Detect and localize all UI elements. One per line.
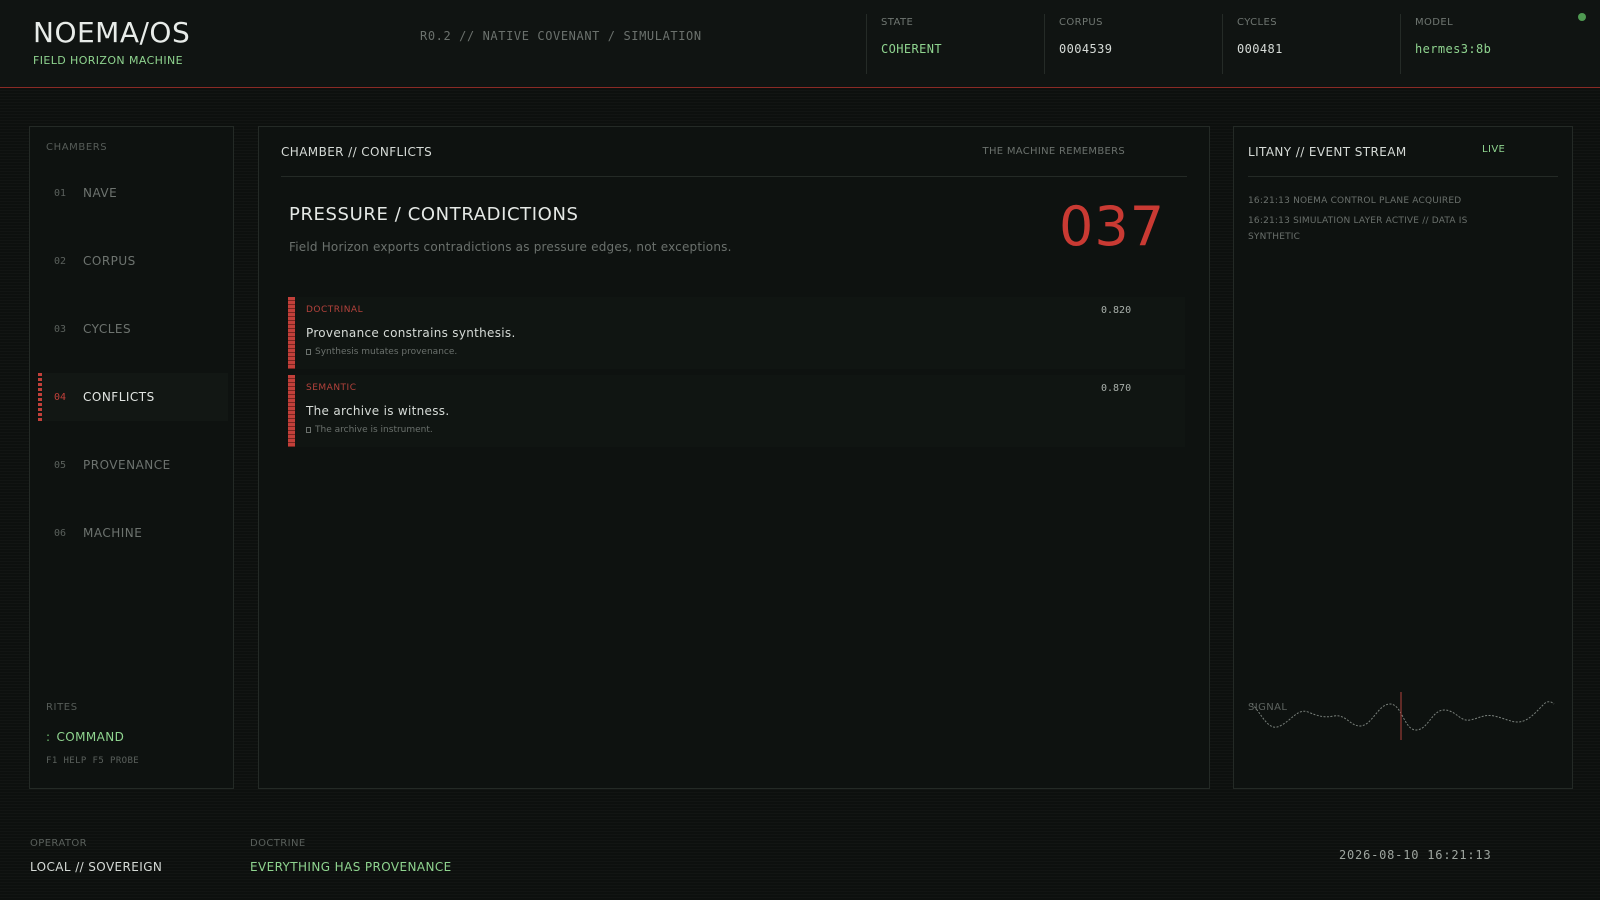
stat-cycles-label: CYCLES xyxy=(1237,17,1277,28)
conflict-item[interactable]: SEMANTIC 0.870 The archive is witness. T… xyxy=(288,375,1185,447)
main-chamber-panel: CHAMBER // CONFLICTS THE MACHINE REMEMBE… xyxy=(258,126,1210,789)
checkbox-icon xyxy=(306,349,311,355)
stat-model: MODEL hermes3:8b xyxy=(1400,14,1578,74)
conflict-category: DOCTRINAL xyxy=(306,305,364,315)
sidebar-item-corpus[interactable]: 02 CORPUS xyxy=(38,237,228,285)
stat-corpus-label: CORPUS xyxy=(1059,17,1103,28)
nav-label: PROVENANCE xyxy=(83,458,171,472)
stat-corpus-value: 0004539 xyxy=(1059,42,1113,56)
event-line: 16:21:13 NOEMA CONTROL PLANE ACQUIRED xyxy=(1248,196,1462,206)
conflict-statement: Provenance constrains synthesis. xyxy=(306,326,516,340)
nav-label: CONFLICTS xyxy=(83,390,155,404)
section-title: PRESSURE / CONTRADICTIONS xyxy=(289,204,579,225)
nav-label: MACHINE xyxy=(83,526,143,540)
conflict-count: 037 xyxy=(1059,195,1166,258)
nav-number: 01 xyxy=(54,187,67,199)
release-tag: R0.2 // NATIVE COVENANT / SIMULATION xyxy=(420,29,702,43)
sidebar-item-conflicts[interactable]: 04 CONFLICTS xyxy=(38,373,228,421)
nav-number: 03 xyxy=(54,323,67,335)
conflict-counter: The archive is instrument. xyxy=(306,425,433,435)
chambers-sidebar: CHAMBERS 01 NAVE 02 CORPUS 03 CYCLES 04 … xyxy=(29,126,234,789)
operator-label: OPERATOR xyxy=(30,838,87,849)
stat-state-value: COHERENT xyxy=(881,42,942,56)
command-prompt: : xyxy=(46,730,51,744)
stat-cycles-value: 000481 xyxy=(1237,42,1283,56)
stream-title: LITANY // EVENT STREAM xyxy=(1248,145,1407,159)
event-line: 16:21:13 SIMULATION LAYER ACTIVE // DATA… xyxy=(1248,216,1468,242)
stat-cycles: CYCLES 000481 xyxy=(1222,14,1400,74)
top-header: NOEMA/OS FIELD HORIZON MACHINE R0.2 // N… xyxy=(0,0,1600,88)
operator-value: LOCAL // SOVEREIGN xyxy=(30,860,163,874)
nav-number: 02 xyxy=(54,255,67,267)
checkbox-icon xyxy=(306,427,311,433)
app-subtitle: FIELD HORIZON MACHINE xyxy=(33,54,183,67)
event-stream-panel: LITANY // EVENT STREAM LIVE 16:21:13 NOE… xyxy=(1233,126,1573,789)
conflict-category: SEMANTIC xyxy=(306,383,357,393)
counter-text: Synthesis mutates provenance. xyxy=(315,347,458,357)
chambers-label: CHAMBERS xyxy=(46,142,108,153)
pressure-bar xyxy=(288,375,295,447)
app-title: NOEMA/OS xyxy=(33,16,191,49)
stat-corpus: CORPUS 0004539 xyxy=(1044,14,1222,74)
system-clock: 2026-08-10 16:21:13 xyxy=(1339,848,1492,862)
nav-number: 05 xyxy=(54,459,67,471)
section-description: Field Horizon exports contradictions as … xyxy=(289,240,732,254)
signal-waveform xyxy=(1251,692,1555,740)
stream-header: LITANY // EVENT STREAM LIVE xyxy=(1248,143,1558,177)
nav-label: CYCLES xyxy=(83,322,132,336)
live-badge: LIVE xyxy=(1482,144,1506,155)
brand: NOEMA/OS FIELD HORIZON MACHINE xyxy=(33,16,190,67)
sidebar-item-nave[interactable]: 01 NAVE xyxy=(38,169,228,217)
conflict-score: 0.870 xyxy=(1101,383,1132,394)
sidebar-item-cycles[interactable]: 03 CYCLES xyxy=(38,305,228,353)
chamber-header: CHAMBER // CONFLICTS THE MACHINE REMEMBE… xyxy=(281,143,1187,177)
nav-label: NAVE xyxy=(83,186,118,200)
command-label: COMMAND xyxy=(56,730,125,744)
stat-model-label: MODEL xyxy=(1415,17,1454,28)
active-indicator xyxy=(38,373,42,421)
doctrine-value: EVERYTHING HAS PROVENANCE xyxy=(250,860,452,874)
doctrine-label: DOCTRINE xyxy=(250,838,306,849)
sidebar-item-machine[interactable]: 06 MACHINE xyxy=(38,509,228,557)
counter-text: The archive is instrument. xyxy=(315,425,433,435)
conflict-counter: Synthesis mutates provenance. xyxy=(306,347,457,357)
pressure-bar xyxy=(288,297,295,369)
footer-bar: OPERATOR LOCAL // SOVEREIGN DOCTRINE EVE… xyxy=(0,818,1600,900)
conflict-item[interactable]: DOCTRINAL 0.820 Provenance constrains sy… xyxy=(288,297,1185,369)
conflict-score: 0.820 xyxy=(1101,305,1132,316)
nav-label: CORPUS xyxy=(83,254,136,268)
stat-state-label: STATE xyxy=(881,17,914,28)
stat-state: STATE COHERENT xyxy=(866,14,1044,74)
conflict-statement: The archive is witness. xyxy=(306,404,450,418)
chamber-title: CHAMBER // CONFLICTS xyxy=(281,145,433,159)
chamber-tagline: THE MACHINE REMEMBERS xyxy=(982,146,1125,157)
sidebar-item-provenance[interactable]: 05 PROVENANCE xyxy=(38,441,228,489)
keyboard-hint: F1 HELP F5 PROBE xyxy=(46,756,140,766)
status-indicator-icon xyxy=(1578,13,1586,21)
command-button[interactable]: : COMMAND xyxy=(46,730,124,744)
stat-model-value: hermes3:8b xyxy=(1415,42,1492,56)
rites-label: RITES xyxy=(46,702,78,713)
nav-number: 04 xyxy=(54,391,67,403)
nav-number: 06 xyxy=(54,527,67,539)
